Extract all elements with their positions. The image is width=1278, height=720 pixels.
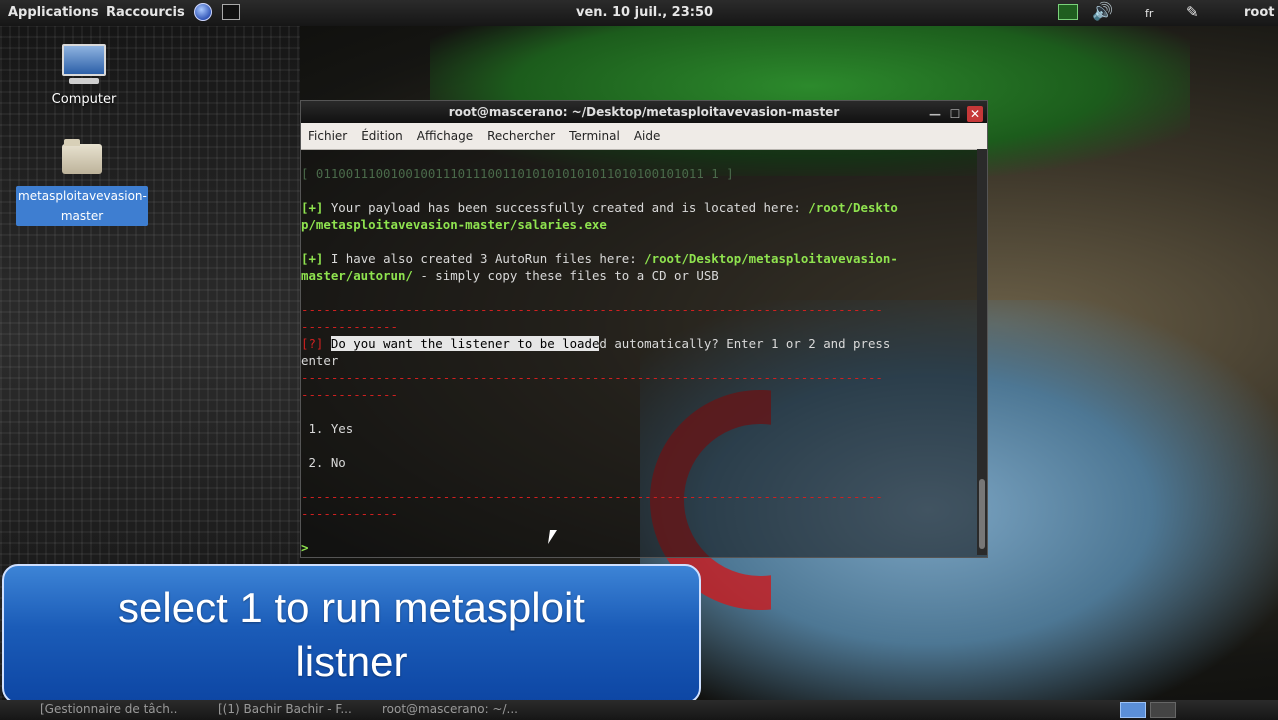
success-tag: [+] [301, 200, 324, 215]
selected-text: Do you want the listener to be loade [330, 336, 600, 351]
bottom-taskbar: [Gestionnaire de tâch... [(1) Bachir Bac… [0, 700, 1278, 720]
payload-path-b: p/metasploitavevasion-master/salaries.ex… [301, 217, 607, 232]
desktop-icon-folder[interactable]: metasploitavevasion-master [16, 139, 148, 226]
browser-launcher-icon[interactable] [194, 3, 212, 21]
caption-line-1: select 1 to run metasploit [118, 584, 585, 631]
autorun-path-b: master/autorun/ [301, 268, 413, 283]
minimize-icon[interactable]: — [927, 106, 943, 122]
applications-menu[interactable]: Applications [8, 5, 99, 20]
terminal-scrollbar[interactable] [977, 149, 987, 555]
option-yes: 1. Yes [301, 421, 354, 436]
menu-affichage[interactable]: Affichage [410, 129, 480, 143]
taskbar-item[interactable]: [Gestionnaire de tâch... [40, 702, 178, 718]
payload-message: Your payload has been successfully creat… [323, 200, 809, 215]
taskbar-item[interactable]: root@mascerano: ~/... [382, 702, 542, 718]
separator-line: ------------- [301, 387, 398, 402]
success-tag: [+] [301, 251, 324, 266]
terminal-output[interactable]: [ 01100111001001001110111001101010101010… [301, 149, 977, 571]
payload-path-a: /root/Deskto [808, 200, 898, 215]
workspace-2[interactable] [1150, 702, 1176, 718]
binary-line: [ 01100111001001001110111001101010101010… [301, 166, 734, 181]
workspace-1[interactable] [1120, 702, 1146, 718]
window-title: root@mascerano: ~/Desktop/metasploitavev… [448, 105, 840, 119]
menu-aide[interactable]: Aide [627, 129, 668, 143]
menu-edition[interactable]: Édition [354, 129, 410, 143]
separator-line: ----------------------------------------… [301, 370, 883, 385]
separator-line: ----------------------------------------… [301, 489, 883, 504]
top-panel: Applications Raccourcis ven. 10 juil., 2… [0, 0, 1278, 26]
system-monitor-icon[interactable] [1058, 4, 1078, 20]
input-prompt[interactable]: > [301, 540, 308, 555]
autorun-tail: - simply copy these files to a CD or USB [412, 268, 719, 283]
menu-rechercher[interactable]: Rechercher [480, 129, 562, 143]
caption-line-2: listner [295, 638, 408, 685]
computer-label: Computer [51, 92, 117, 107]
question-text: d automatically? Enter 1 or 2 and press [599, 336, 891, 351]
question-tag: [?] [301, 336, 324, 351]
tutorial-caption: select 1 to run metasploit listner [2, 564, 701, 704]
question-text-end: enter [301, 353, 339, 368]
window-title-bar[interactable]: root@mascerano: ~/Desktop/metasploitavev… [301, 101, 987, 123]
terminal-window[interactable]: root@mascerano: ~/Desktop/metasploitavev… [300, 100, 988, 558]
computer-stand [69, 78, 99, 84]
separator-line: ------------- [301, 506, 398, 521]
menu-fichier[interactable]: Fichier [301, 129, 354, 143]
option-no: 2. No [301, 455, 346, 470]
menu-terminal[interactable]: Terminal [562, 129, 627, 143]
desktop-icon-computer[interactable]: Computer [44, 44, 124, 107]
autorun-path-a: /root/Desktop/metasploitavevasion- [644, 251, 898, 266]
user-menu[interactable]: root [1226, 5, 1275, 20]
computer-icon [62, 44, 106, 76]
folder-label: metasploitavevasion-master [16, 186, 148, 226]
close-icon[interactable]: ✕ [967, 106, 983, 122]
separator-line: ------------- [301, 319, 398, 334]
separator-line: ----------------------------------------… [301, 302, 883, 317]
shortcuts-menu[interactable]: Raccourcis [106, 5, 185, 20]
maximize-icon[interactable]: ☐ [947, 106, 963, 122]
scrollbar-thumb[interactable] [979, 479, 985, 549]
autorun-message: I have also created 3 AutoRun files here… [323, 251, 645, 266]
clock[interactable]: ven. 10 juil., 23:50 [576, 5, 713, 20]
keyboard-layout-indicator[interactable]: fr [1145, 7, 1153, 20]
volume-icon[interactable]: 🔊 [1092, 2, 1113, 22]
window-controls: — ☐ ✕ [923, 103, 983, 125]
terminal-menu-bar: Fichier Édition Affichage Rechercher Ter… [301, 123, 987, 150]
network-icon[interactable]: ✎ [1186, 3, 1199, 21]
taskbar-item[interactable]: [(1) Bachir Bachir - F... [218, 702, 366, 718]
folder-icon [62, 139, 102, 174]
terminal-launcher-icon[interactable] [222, 4, 240, 20]
